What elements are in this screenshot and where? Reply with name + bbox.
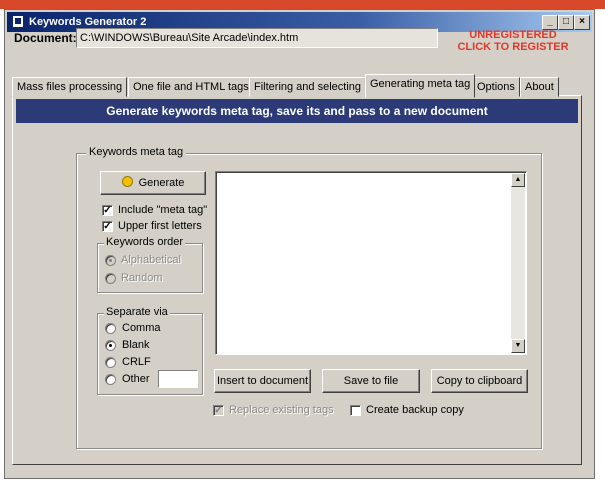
create-backup-label: Create backup copy — [366, 404, 464, 416]
click-to-register-label: CLICK TO REGISTER — [457, 41, 569, 53]
copy-to-clipboard-button[interactable]: Copy to clipboard — [431, 369, 528, 393]
tab-mass-files-processing[interactable]: Mass files processing — [12, 77, 128, 97]
other-separator-input[interactable] — [158, 370, 198, 388]
unregistered-label: UNREGISTERED — [469, 29, 557, 41]
group-title: Keywords meta tag — [86, 146, 187, 158]
generate-button[interactable]: Generate — [100, 171, 206, 195]
replace-existing-label: Replace existing tags — [229, 404, 334, 416]
other-label: Other — [122, 373, 150, 385]
arrow-up-icon[interactable]: ▲ — [511, 173, 525, 187]
comma-radio[interactable] — [105, 323, 116, 334]
generate-button-label: Generate — [138, 177, 185, 189]
tab-about[interactable]: About — [520, 77, 559, 97]
alphabetical-label: Alphabetical — [121, 254, 181, 266]
tab-filtering-selecting[interactable]: Filtering and selecting — [249, 77, 367, 97]
insert-to-document-button[interactable]: Insert to document — [214, 369, 311, 393]
lightbulb-icon — [121, 176, 133, 187]
random-radio[interactable] — [105, 273, 116, 284]
crlf-radio[interactable] — [105, 357, 116, 368]
upper-first-letters-checkbox[interactable]: ✓ — [102, 221, 113, 232]
include-meta-tag-label: Include "meta tag" — [118, 204, 208, 216]
close-button[interactable]: × — [574, 15, 590, 30]
random-label: Random — [121, 272, 163, 284]
keywords-order-title: Keywords order — [104, 236, 186, 248]
tab-generating-meta-tag[interactable]: Generating meta tag — [365, 74, 476, 98]
other-radio[interactable] — [105, 374, 116, 385]
crlf-label: CRLF — [122, 356, 151, 368]
create-backup-checkbox[interactable] — [350, 405, 361, 416]
document-label: Document: — [14, 31, 77, 45]
blank-label: Blank — [122, 339, 150, 351]
save-to-file-button[interactable]: Save to file — [322, 369, 420, 393]
alphabetical-radio[interactable] — [105, 255, 116, 266]
minimize-button[interactable]: _ — [542, 15, 558, 30]
upper-first-letters-label: Upper first letters — [118, 220, 202, 232]
keywords-order-group — [97, 243, 203, 293]
maximize-button[interactable]: □ — [558, 15, 574, 30]
app-icon — [13, 16, 23, 27]
section-banner: Generate keywords meta tag, save its and… — [16, 99, 578, 123]
register-link[interactable]: UNREGISTERED CLICK TO REGISTER — [448, 29, 578, 53]
separate-via-title: Separate via — [104, 306, 170, 318]
replace-existing-checkbox[interactable]: ✓ — [213, 405, 224, 416]
arrow-down-icon[interactable]: ▼ — [511, 339, 525, 353]
meta-tag-output-textarea[interactable]: ▲ ▼ — [215, 171, 527, 355]
document-path-field[interactable]: C:\WINDOWS\Bureau\Site Arcade\index.htm — [76, 28, 438, 48]
tab-one-file-html-tags[interactable]: One file and HTML tags — [128, 77, 254, 97]
tab-options[interactable]: Options — [472, 77, 520, 97]
top-strip — [0, 0, 605, 9]
vertical-scrollbar[interactable]: ▲ ▼ — [511, 173, 525, 353]
comma-label: Comma — [122, 322, 161, 334]
include-meta-tag-checkbox[interactable]: ✓ — [102, 205, 113, 216]
blank-radio[interactable] — [105, 340, 116, 351]
